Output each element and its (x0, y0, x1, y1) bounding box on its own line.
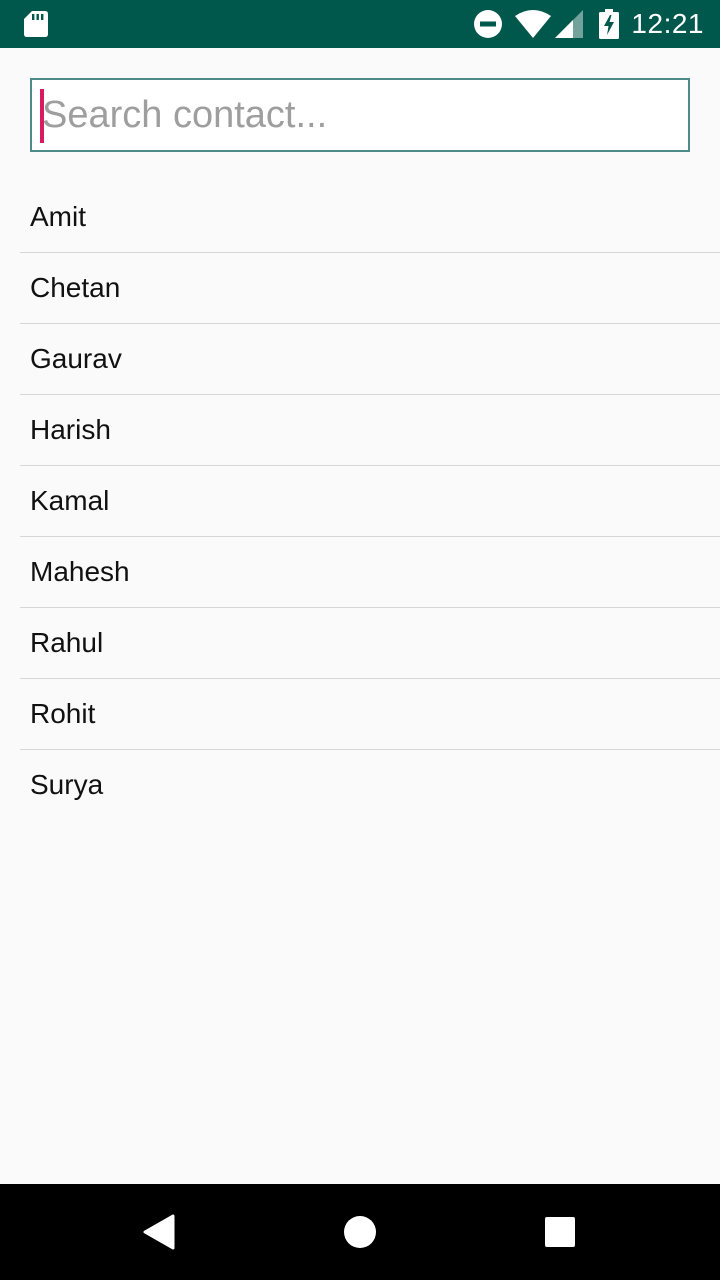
wifi-icon (515, 10, 552, 38)
home-button[interactable] (328, 1200, 392, 1264)
contact-list-item[interactable]: Harish (20, 395, 720, 466)
contact-name: Gaurav (30, 343, 122, 374)
search-field-container (30, 78, 690, 152)
cell-signal-icon (555, 10, 584, 38)
status-bar: 12:21 (0, 0, 720, 48)
contact-list-item[interactable]: Mahesh (20, 537, 720, 608)
contact-name: Chetan (30, 272, 121, 303)
contact-name: Amit (30, 201, 86, 232)
contact-name: Rahul (30, 627, 104, 658)
contact-list-item[interactable]: Chetan (20, 253, 720, 324)
back-icon (143, 1214, 175, 1250)
contact-list: Amit Chetan Gaurav Harish Kamal Mahesh R… (20, 182, 720, 820)
screen: 12:21 Amit Chetan Gaurav Harish Kamal Ma… (0, 0, 720, 1280)
contact-list-item[interactable]: Amit (20, 182, 720, 253)
contact-list-item[interactable]: Surya (20, 750, 720, 820)
contact-name: Rohit (30, 698, 96, 729)
contact-name: Surya (30, 769, 104, 800)
search-input[interactable] (32, 80, 688, 150)
contact-name: Harish (30, 414, 111, 445)
navigation-bar (0, 1184, 720, 1280)
clock-time: 12:21 (631, 8, 704, 39)
contact-list-item[interactable]: Rahul (20, 608, 720, 679)
status-icons: 12:21 (461, 0, 704, 48)
do-not-disturb-icon (474, 10, 503, 38)
home-icon (344, 1216, 376, 1248)
text-cursor (40, 89, 44, 143)
contact-name: Kamal (30, 485, 110, 516)
contact-list-item[interactable]: Kamal (20, 466, 720, 537)
sd-card-icon (24, 11, 48, 37)
recents-button[interactable] (528, 1200, 592, 1264)
contact-list-item[interactable]: Rohit (20, 679, 720, 750)
back-button[interactable] (128, 1200, 192, 1264)
battery-charging-icon (599, 9, 620, 39)
contact-list-item[interactable]: Gaurav (20, 324, 720, 395)
recents-icon (545, 1217, 575, 1247)
contact-name: Mahesh (30, 556, 130, 587)
